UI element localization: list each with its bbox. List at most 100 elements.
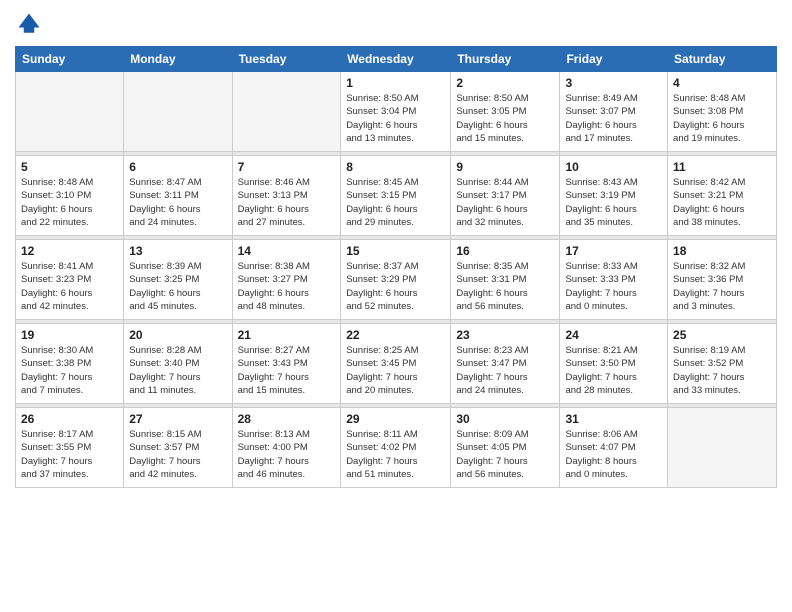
day-info: Sunrise: 8:44 AMSunset: 3:17 PMDaylight:… (456, 176, 554, 229)
calendar-cell: 7 Sunrise: 8:46 AMSunset: 3:13 PMDaylight… (232, 156, 341, 236)
day-info: Sunrise: 8:43 AMSunset: 3:19 PMDaylight:… (565, 176, 662, 229)
day-number: 19 (21, 328, 118, 342)
day-info: Sunrise: 8:23 AMSunset: 3:47 PMDaylight:… (456, 344, 554, 397)
day-info: Sunrise: 8:45 AMSunset: 3:15 PMDaylight:… (346, 176, 445, 229)
day-number: 9 (456, 160, 554, 174)
calendar-cell: 9 Sunrise: 8:44 AMSunset: 3:17 PMDaylight… (451, 156, 560, 236)
day-number: 22 (346, 328, 445, 342)
calendar-cell: 6 Sunrise: 8:47 AMSunset: 3:11 PMDaylight… (124, 156, 232, 236)
calendar-cell: 30 Sunrise: 8:09 AMSunset: 4:05 PMDayligh… (451, 408, 560, 488)
calendar-cell: 3 Sunrise: 8:49 AMSunset: 3:07 PMDaylight… (560, 72, 668, 152)
day-number: 10 (565, 160, 662, 174)
calendar-cell: 27 Sunrise: 8:15 AMSunset: 3:57 PMDayligh… (124, 408, 232, 488)
day-info: Sunrise: 8:32 AMSunset: 3:36 PMDaylight:… (673, 260, 771, 313)
calendar-cell: 10 Sunrise: 8:43 AMSunset: 3:19 PMDayligh… (560, 156, 668, 236)
day-number: 7 (238, 160, 336, 174)
day-info: Sunrise: 8:50 AMSunset: 3:05 PMDaylight:… (456, 92, 554, 145)
day-info: Sunrise: 8:28 AMSunset: 3:40 PMDaylight:… (129, 344, 226, 397)
day-number: 17 (565, 244, 662, 258)
calendar-cell: 5 Sunrise: 8:48 AMSunset: 3:10 PMDaylight… (16, 156, 124, 236)
day-info: Sunrise: 8:48 AMSunset: 3:08 PMDaylight:… (673, 92, 771, 145)
calendar-cell: 18 Sunrise: 8:32 AMSunset: 3:36 PMDayligh… (668, 240, 777, 320)
calendar-cell: 8 Sunrise: 8:45 AMSunset: 3:15 PMDaylight… (341, 156, 451, 236)
calendar-cell: 2 Sunrise: 8:50 AMSunset: 3:05 PMDaylight… (451, 72, 560, 152)
day-info: Sunrise: 8:48 AMSunset: 3:10 PMDaylight:… (21, 176, 118, 229)
day-number: 3 (565, 76, 662, 90)
calendar-cell: 22Sunrise: 8:25 AMSunset: 3:45 PMDayligh… (341, 324, 451, 404)
day-info: Sunrise: 8:42 AMSunset: 3:21 PMDaylight:… (673, 176, 771, 229)
col-header-wednesday: Wednesday (341, 47, 451, 72)
week-row-1: 1Sunrise: 8:50 AMSunset: 3:04 PMDaylight… (16, 72, 777, 152)
day-number: 8 (346, 160, 445, 174)
page: SundayMondayTuesdayWednesdayThursdayFrid… (0, 0, 792, 612)
week-row-3: 12 Sunrise: 8:41 AMSunset: 3:23 PMDayligh… (16, 240, 777, 320)
day-number: 18 (673, 244, 771, 258)
day-info: Sunrise: 8:49 AMSunset: 3:07 PMDaylight:… (565, 92, 662, 145)
day-number: 6 (129, 160, 226, 174)
day-number: 16 (456, 244, 554, 258)
week-row-5: 26Sunrise: 8:17 AMSunset: 3:55 PMDayligh… (16, 408, 777, 488)
calendar-cell (232, 72, 341, 152)
day-info: Sunrise: 8:09 AMSunset: 4:05 PMDaylight:… (456, 428, 554, 481)
day-number: 5 (21, 160, 118, 174)
week-row-2: 5 Sunrise: 8:48 AMSunset: 3:10 PMDaylight… (16, 156, 777, 236)
calendar-cell: 1Sunrise: 8:50 AMSunset: 3:04 PMDaylight… (341, 72, 451, 152)
day-number: 31 (565, 412, 662, 426)
calendar-cell: 25 Sunrise: 8:19 AMSunset: 3:52 PMDayligh… (668, 324, 777, 404)
calendar-cell: 17 Sunrise: 8:33 AMSunset: 3:33 PMDayligh… (560, 240, 668, 320)
day-number: 30 (456, 412, 554, 426)
calendar-cell: 28 Sunrise: 8:13 AMSunset: 4:00 PMDayligh… (232, 408, 341, 488)
day-number: 24 (565, 328, 662, 342)
calendar-cell: 29 Sunrise: 8:11 AMSunset: 4:02 PMDayligh… (341, 408, 451, 488)
day-info: Sunrise: 8:27 AMSunset: 3:43 PMDaylight:… (238, 344, 336, 397)
header (15, 10, 777, 38)
day-info: Sunrise: 8:21 AMSunset: 3:50 PMDaylight:… (565, 344, 662, 397)
day-number: 26 (21, 412, 118, 426)
col-header-thursday: Thursday (451, 47, 560, 72)
day-info: Sunrise: 8:38 AMSunset: 3:27 PMDaylight:… (238, 260, 336, 313)
calendar-cell: 12 Sunrise: 8:41 AMSunset: 3:23 PMDayligh… (16, 240, 124, 320)
day-info: Sunrise: 8:11 AMSunset: 4:02 PMDaylight:… (346, 428, 445, 481)
calendar-cell (668, 408, 777, 488)
day-number: 12 (21, 244, 118, 258)
day-number: 20 (129, 328, 226, 342)
day-number: 14 (238, 244, 336, 258)
day-number: 2 (456, 76, 554, 90)
day-number: 21 (238, 328, 336, 342)
day-number: 27 (129, 412, 226, 426)
day-info: Sunrise: 8:47 AMSunset: 3:11 PMDaylight:… (129, 176, 226, 229)
calendar-cell: 16Sunrise: 8:35 AMSunset: 3:31 PMDayligh… (451, 240, 560, 320)
day-info: Sunrise: 8:15 AMSunset: 3:57 PMDaylight:… (129, 428, 226, 481)
calendar-cell: 15Sunrise: 8:37 AMSunset: 3:29 PMDayligh… (341, 240, 451, 320)
week-row-4: 19 Sunrise: 8:30 AMSunset: 3:38 PMDayligh… (16, 324, 777, 404)
logo-icon (15, 10, 43, 38)
day-info: Sunrise: 8:13 AMSunset: 4:00 PMDaylight:… (238, 428, 336, 481)
col-header-tuesday: Tuesday (232, 47, 341, 72)
calendar-header-row: SundayMondayTuesdayWednesdayThursdayFrid… (16, 47, 777, 72)
day-info: Sunrise: 8:46 AMSunset: 3:13 PMDaylight:… (238, 176, 336, 229)
col-header-monday: Monday (124, 47, 232, 72)
day-info: Sunrise: 8:41 AMSunset: 3:23 PMDaylight:… (21, 260, 118, 313)
calendar-cell: 4 Sunrise: 8:48 AMSunset: 3:08 PMDaylight… (668, 72, 777, 152)
day-info: Sunrise: 8:19 AMSunset: 3:52 PMDaylight:… (673, 344, 771, 397)
day-number: 4 (673, 76, 771, 90)
calendar-cell: 26Sunrise: 8:17 AMSunset: 3:55 PMDayligh… (16, 408, 124, 488)
day-info: Sunrise: 8:50 AMSunset: 3:04 PMDaylight:… (346, 92, 445, 145)
day-info: Sunrise: 8:37 AMSunset: 3:29 PMDaylight:… (346, 260, 445, 313)
day-number: 29 (346, 412, 445, 426)
calendar-cell: 14 Sunrise: 8:38 AMSunset: 3:27 PMDayligh… (232, 240, 341, 320)
col-header-friday: Friday (560, 47, 668, 72)
day-number: 28 (238, 412, 336, 426)
calendar-cell: 24 Sunrise: 8:21 AMSunset: 3:50 PMDayligh… (560, 324, 668, 404)
day-info: Sunrise: 8:06 AMSunset: 4:07 PMDaylight:… (565, 428, 662, 481)
day-info: Sunrise: 8:30 AMSunset: 3:38 PMDaylight:… (21, 344, 118, 397)
calendar-cell: 19 Sunrise: 8:30 AMSunset: 3:38 PMDayligh… (16, 324, 124, 404)
day-number: 25 (673, 328, 771, 342)
calendar-cell: 31 Sunrise: 8:06 AMSunset: 4:07 PMDayligh… (560, 408, 668, 488)
day-number: 23 (456, 328, 554, 342)
day-info: Sunrise: 8:39 AMSunset: 3:25 PMDaylight:… (129, 260, 226, 313)
calendar-cell: 23 Sunrise: 8:23 AMSunset: 3:47 PMDayligh… (451, 324, 560, 404)
day-info: Sunrise: 8:33 AMSunset: 3:33 PMDaylight:… (565, 260, 662, 313)
col-header-saturday: Saturday (668, 47, 777, 72)
calendar-cell (16, 72, 124, 152)
